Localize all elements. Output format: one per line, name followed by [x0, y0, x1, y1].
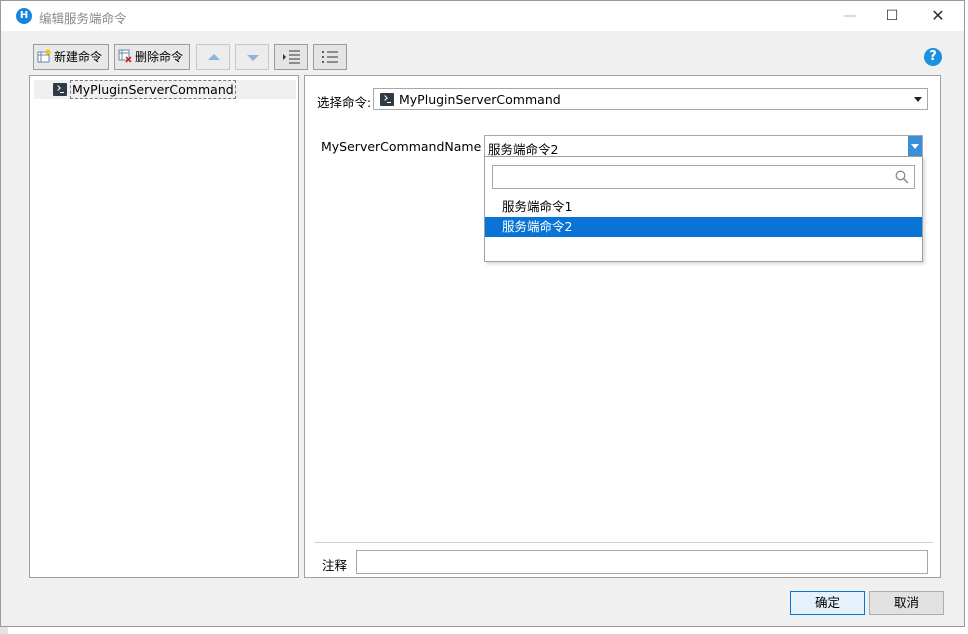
chevron-down-icon	[914, 97, 922, 102]
new-item-icon	[37, 49, 51, 63]
move-down-button[interactable]	[235, 44, 269, 70]
chevron-down-icon	[911, 144, 919, 149]
tree-item-label: MyPluginServerCommand	[70, 80, 236, 99]
maximize-button[interactable]: ☐	[869, 1, 915, 31]
app-logo-icon: H	[16, 8, 32, 24]
close-button[interactable]: ✕	[915, 1, 961, 31]
minimize-button[interactable]: —	[827, 1, 873, 31]
command-tree-panel: MyPluginServerCommand	[29, 75, 299, 578]
window-title: 编辑服务端命令	[39, 11, 127, 26]
param-combo[interactable]: 服务端命令2	[484, 135, 923, 157]
dialog-window: H 编辑服务端命令 — ☐ ✕ 新建命令 删除命令 ? MyPluginServ…	[0, 0, 965, 627]
dropdown-search-input[interactable]	[492, 165, 915, 189]
combo-dropdown-button[interactable]	[908, 136, 922, 156]
dropdown-option[interactable]: 服务端命令1	[485, 197, 922, 217]
outdent-icon	[322, 51, 338, 63]
ok-button[interactable]: 确定	[790, 591, 865, 615]
note-label: 注释	[322, 558, 348, 573]
new-command-label: 新建命令	[54, 50, 103, 64]
command-select-value: MyPluginServerCommand	[399, 92, 561, 107]
move-up-button[interactable]	[196, 44, 230, 70]
terminal-icon	[53, 83, 67, 96]
delete-command-label: 删除命令	[135, 50, 184, 64]
arrow-up-icon	[208, 54, 220, 60]
param-label: MyServerCommandName	[321, 139, 482, 154]
terminal-icon	[380, 93, 394, 106]
search-icon	[895, 170, 909, 184]
command-select[interactable]: MyPluginServerCommand	[373, 88, 928, 110]
dropdown-popup: 服务端命令1 服务端命令2	[484, 156, 923, 262]
dropdown-option-selected[interactable]: 服务端命令2	[485, 217, 922, 237]
delete-command-button[interactable]: 删除命令	[114, 44, 190, 70]
indent-icon	[283, 50, 300, 64]
cancel-button[interactable]: 取消	[869, 591, 944, 615]
outdent-button[interactable]	[313, 44, 347, 70]
title-bar: H 编辑服务端命令 — ☐ ✕	[1, 1, 964, 31]
arrow-down-icon	[247, 55, 259, 61]
indent-button[interactable]	[274, 44, 308, 70]
divider	[314, 542, 933, 543]
help-icon[interactable]: ?	[924, 48, 942, 66]
delete-item-icon	[118, 49, 132, 63]
select-command-label: 选择命令:	[317, 95, 372, 110]
new-command-button[interactable]: 新建命令	[33, 44, 109, 70]
note-input[interactable]	[356, 550, 928, 574]
tree-item[interactable]: MyPluginServerCommand	[34, 80, 296, 99]
